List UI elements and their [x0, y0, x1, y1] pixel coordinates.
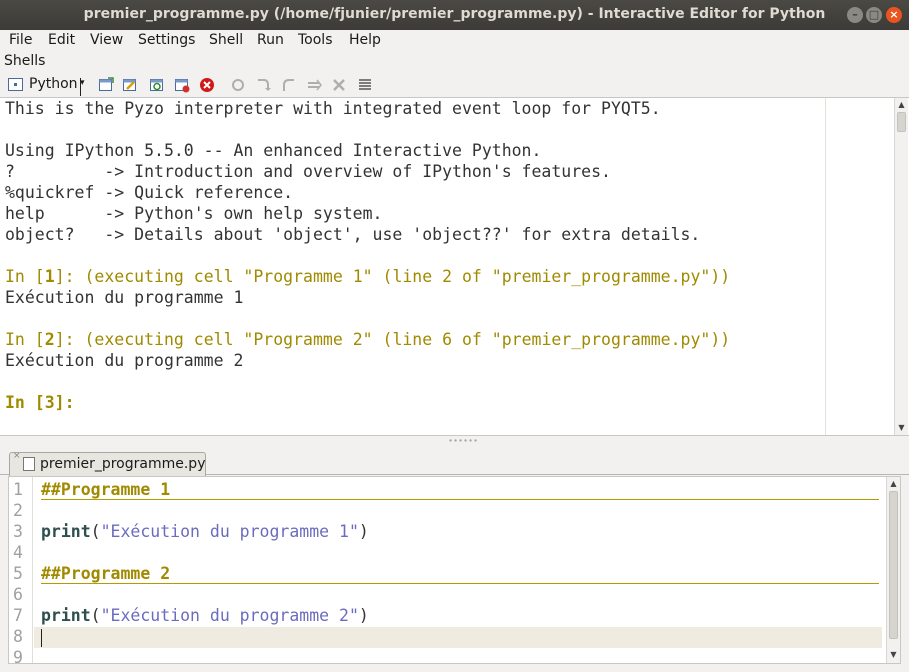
- line-number: 8: [13, 627, 23, 646]
- editor-scrollbar[interactable]: ▲ ▼: [886, 477, 900, 663]
- menu-tools[interactable]: Tools: [298, 32, 333, 48]
- debug-stop-icon: [232, 79, 244, 91]
- close-icon[interactable]: ×: [886, 7, 902, 23]
- tab-label: premier_programme.py: [40, 456, 206, 472]
- scroll-up-icon[interactable]: ▲: [895, 99, 908, 111]
- menu-shell[interactable]: Shell: [209, 32, 243, 48]
- shell-banner-line: Using IPython 5.5.0 -- An enhanced Inter…: [5, 141, 542, 160]
- shell-output[interactable]: This is the Pyzo interpreter with integr…: [0, 97, 909, 436]
- terminate-shell-icon[interactable]: [199, 77, 215, 93]
- shell-toolbar: Python ▾: [0, 74, 909, 96]
- shell-banner-line: help -> Python's own help system.: [5, 204, 383, 223]
- shell-banner-line: This is the Pyzo interpreter with integr…: [5, 99, 661, 118]
- scrollbar-thumb[interactable]: [889, 491, 898, 639]
- shell-input-prompt: In [2]: (executing cell "Programme 2" (l…: [5, 330, 731, 349]
- line-number-gutter: 1 2 3 4 5 6 7 8 9: [9, 477, 33, 664]
- scrollbar-thumb[interactable]: [897, 112, 906, 132]
- text-cursor: [41, 629, 42, 647]
- title-bar: premier_programme.py (/home/fjunier/prem…: [0, 0, 909, 30]
- debug-step-over-icon: [308, 79, 322, 91]
- line-number: 6: [13, 585, 23, 604]
- shell-name-label: Python: [29, 76, 78, 92]
- menu-edit[interactable]: Edit: [48, 32, 75, 48]
- scroll-up-icon[interactable]: ▲: [887, 478, 900, 490]
- window-title: premier_programme.py (/home/fjunier/prem…: [83, 6, 826, 22]
- cell-header: ##Programme 2: [41, 564, 171, 583]
- line-number: 7: [13, 606, 23, 625]
- line-number: 2: [13, 501, 23, 520]
- current-line-highlight: [34, 627, 882, 648]
- shell-edge-guide: [825, 98, 826, 435]
- shells-dock-title: Shells: [4, 53, 46, 69]
- maximize-icon[interactable]: □: [866, 7, 882, 23]
- pyzo-window: premier_programme.py (/home/fjunier/prem…: [0, 0, 909, 672]
- line-number: 9: [13, 648, 23, 664]
- debug-clear-icon: [333, 79, 345, 91]
- line-number: 3: [13, 522, 23, 541]
- shell-window-icon: [8, 78, 23, 91]
- splitter-grip-icon: ∙∙∙∙∙∙: [448, 436, 479, 445]
- menu-run[interactable]: Run: [257, 32, 284, 48]
- menu-view[interactable]: View: [90, 32, 123, 48]
- restart-shell-icon[interactable]: [149, 77, 165, 93]
- line-number: 4: [13, 543, 23, 562]
- new-shell-icon[interactable]: [98, 77, 114, 93]
- cell-separator: [41, 499, 879, 500]
- scroll-down-icon[interactable]: ▼: [887, 649, 900, 661]
- shell-output-line: Exécution du programme 1: [5, 288, 244, 307]
- file-icon: [23, 457, 35, 471]
- cell-separator: [41, 583, 879, 584]
- close-tab-icon[interactable]: ×: [13, 451, 21, 461]
- cell-header: ##Programme 1: [41, 480, 171, 499]
- shell-scrollbar[interactable]: ▲ ▼: [894, 98, 908, 435]
- line-number: 5: [13, 564, 23, 583]
- code-line: print("Exécution du programme 2"): [41, 606, 369, 625]
- scroll-down-icon[interactable]: ▼: [895, 422, 908, 434]
- shell-banner-line: %quickref -> Quick reference.: [5, 183, 294, 202]
- tab-premier-programme[interactable]: × premier_programme.py: [9, 451, 206, 476]
- chevron-down-icon: ▾: [80, 78, 85, 96]
- menu-file[interactable]: File: [9, 32, 32, 48]
- code-editor[interactable]: 1 2 3 4 5 6 7 8 9 ##Programme 1 print("E…: [8, 476, 901, 664]
- dock-splitter[interactable]: ∙∙∙∙∙∙: [0, 436, 909, 450]
- shell-input-prompt: In [1]: (executing cell "Programme 1" (l…: [5, 267, 731, 286]
- debug-step-into-icon: [258, 79, 271, 91]
- stack-frames-icon[interactable]: [357, 77, 373, 93]
- line-number: 1: [13, 480, 23, 499]
- menu-help[interactable]: Help: [349, 32, 381, 48]
- shell-output-line: Exécution du programme 2: [5, 351, 244, 370]
- menu-settings[interactable]: Settings: [138, 32, 195, 48]
- clear-shell-icon[interactable]: [174, 77, 190, 93]
- shell-banner-line: ? -> Introduction and overview of IPytho…: [5, 162, 611, 181]
- edit-shell-config-icon[interactable]: [122, 77, 138, 93]
- debug-step-out-icon: [283, 79, 294, 91]
- code-line: print("Exécution du programme 1"): [41, 522, 369, 541]
- shell-current-prompt[interactable]: In [3]:: [5, 392, 75, 413]
- editor-tab-bar: × premier_programme.py: [0, 450, 909, 476]
- menu-bar: File Edit View Settings Shell Run Tools …: [0, 30, 909, 52]
- shell-banner-line: object? -> Details about 'object', use '…: [5, 225, 701, 244]
- minimize-icon[interactable]: –: [847, 7, 863, 23]
